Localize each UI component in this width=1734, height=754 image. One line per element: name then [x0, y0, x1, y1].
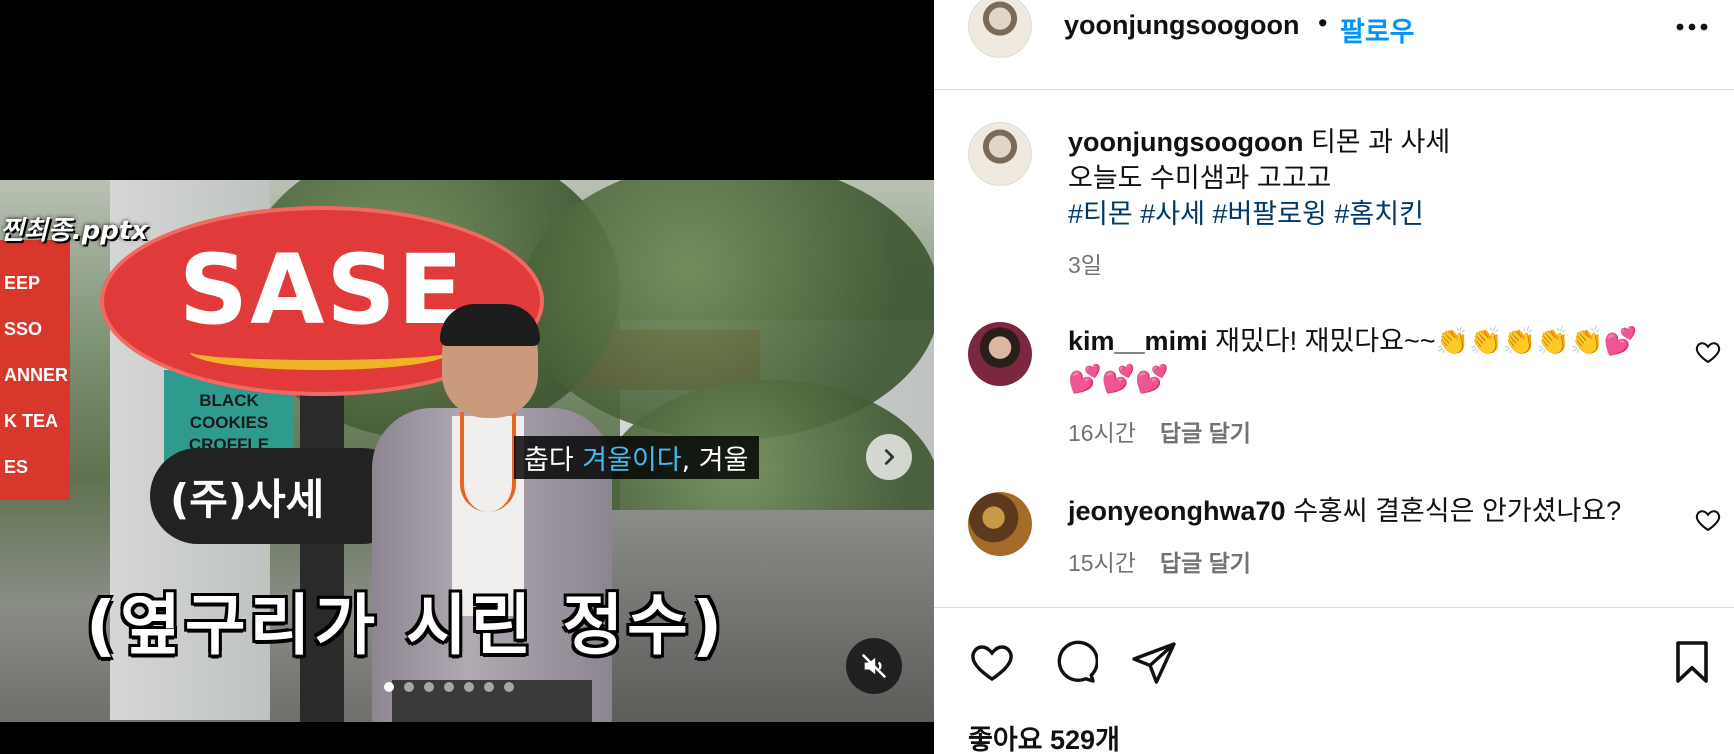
post-caption: yoonjungsoogoon 티몬 과 사세 오늘도 수미샘과 고고고 #티몬…: [1068, 124, 1688, 232]
comment-username[interactable]: jeonyeonghwa70: [1068, 496, 1286, 526]
heart-icon[interactable]: [1694, 338, 1722, 366]
caption-timestamp[interactable]: 3일: [1068, 246, 1102, 280]
caption-text: 오늘도 수미샘과 고고고: [1068, 163, 1332, 193]
comment-text: 수홍씨 결혼식은 안가셨나요?: [1285, 496, 1622, 526]
carousel-dot: [464, 682, 474, 692]
carousel-next-button[interactable]: [866, 434, 912, 480]
carousel-dot: [404, 682, 414, 692]
comment-username[interactable]: kim__mimi: [1068, 326, 1208, 356]
hashtag-link[interactable]: #버팔로윙: [1212, 199, 1326, 229]
menu-board: EEP SSO ANNER K TEA ES: [0, 240, 70, 500]
menu-board-line: ES: [4, 457, 29, 477]
carousel-indicator: [384, 682, 514, 692]
bookmark-icon[interactable]: [1668, 638, 1716, 686]
speaker-muted-icon: [862, 654, 886, 678]
person-hair: [440, 304, 540, 346]
carousel-dot: [504, 682, 514, 692]
overlay-tag: 찐최종.pptx: [0, 216, 149, 246]
corp-sign: (주)사세: [150, 448, 410, 544]
menu-board-line: EEP: [4, 273, 41, 293]
comment-avatar[interactable]: [968, 322, 1032, 386]
comment-meta: 15시간 답글 달기: [1068, 544, 1251, 578]
subtitle-highlight: 겨울이다: [582, 445, 682, 476]
person-lanyard: [460, 412, 516, 512]
mute-toggle-button[interactable]: [846, 638, 902, 694]
menu-board-line: ANNER: [4, 365, 69, 385]
comment: kim__mimi 재밌다! 재밌다요~~👏👏👏👏👏💕💕💕💕: [1068, 322, 1648, 398]
carousel-dot: [484, 682, 494, 692]
header-separator: •: [1318, 8, 1328, 38]
menu-board-line: SSO: [4, 319, 43, 339]
chevron-right-icon: [884, 449, 895, 465]
likes-count[interactable]: 좋아요 529개: [968, 718, 1120, 754]
subtitle-big: (옆구리가 시린 정수): [86, 587, 727, 664]
carousel-dot: [424, 682, 434, 692]
caption-avatar[interactable]: [968, 122, 1032, 186]
subtitle-small: 춥다 겨울이다, 겨울: [514, 436, 759, 479]
video-frame[interactable]: EEP SSO ANNER K TEA ES 찐최종.pptx BLACK CO…: [0, 180, 934, 722]
ellipsis-icon[interactable]: [1672, 12, 1712, 42]
actions-divider: [934, 607, 1734, 608]
comment-avatar[interactable]: [968, 492, 1032, 556]
reply-button[interactable]: 답글 달기: [1160, 544, 1251, 578]
comment-meta: 16시간 답글 달기: [1068, 414, 1251, 448]
menu-board-line: K TEA: [4, 411, 58, 431]
author-username[interactable]: yoonjungsoogoon: [1064, 10, 1299, 41]
sign-pole: [300, 380, 344, 722]
hashtag-link[interactable]: #홈치킨: [1334, 199, 1424, 229]
subtitle-text: , 겨울: [681, 445, 749, 476]
author-avatar[interactable]: [968, 0, 1032, 58]
comment-icon[interactable]: [1050, 638, 1098, 686]
cafe-board-line: COOKIES: [189, 413, 269, 432]
hashtag-link[interactable]: #티몬: [1068, 199, 1133, 229]
heart-icon[interactable]: [968, 638, 1016, 686]
share-icon[interactable]: [1130, 638, 1178, 686]
caption-hashtags: #티몬 #사세 #버팔로윙 #홈치킨: [1068, 196, 1688, 232]
comment: jeonyeonghwa70 수홍씨 결혼식은 안가셨나요?: [1068, 492, 1648, 530]
comment-timestamp[interactable]: 16시간: [1068, 414, 1136, 448]
heart-icon[interactable]: [1694, 506, 1722, 534]
post-side-panel: yoonjungsoogoon • 팔로우 yoonjungsoogoon 티몬…: [934, 0, 1734, 754]
caption-text: 티몬 과 사세: [1303, 127, 1451, 157]
caption-username[interactable]: yoonjungsoogoon: [1068, 127, 1303, 157]
post-media: EEP SSO ANNER K TEA ES 찐최종.pptx BLACK CO…: [0, 0, 934, 754]
header-divider: [934, 89, 1734, 90]
follow-button[interactable]: 팔로우: [1340, 10, 1415, 49]
reply-button[interactable]: 답글 달기: [1160, 414, 1251, 448]
carousel-dot: [444, 682, 454, 692]
corp-sign-text: (주)사세: [170, 474, 325, 524]
subtitle-text: 춥다: [524, 445, 583, 476]
comment-timestamp[interactable]: 15시간: [1068, 544, 1136, 578]
hashtag-link[interactable]: #사세: [1140, 199, 1205, 229]
carousel-dot: [384, 682, 394, 692]
